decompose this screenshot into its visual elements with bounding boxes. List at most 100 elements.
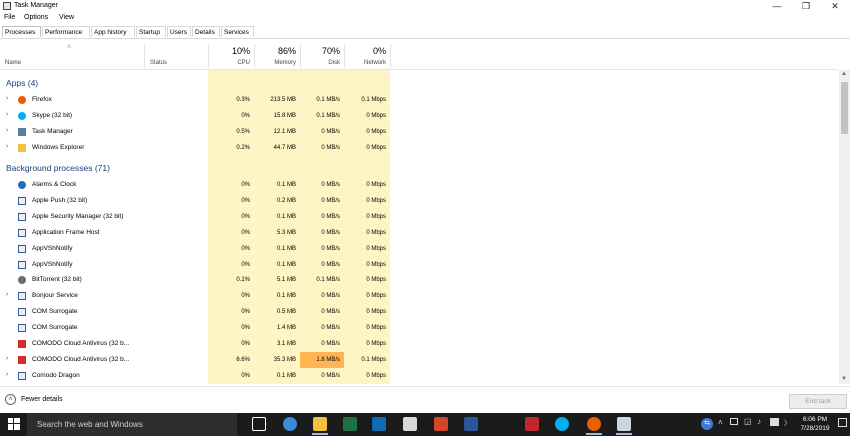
- process-disk: 0 MB/s: [321, 197, 340, 204]
- process-mem: 0.1 MB: [276, 182, 296, 188]
- column-cpu[interactable]: CPU: [208, 60, 250, 66]
- tab-users[interactable]: Users: [167, 26, 191, 37]
- process-row[interactable]: Apple Security Manager (32 bit) 0% 0.1 MB 0…: [0, 209, 838, 225]
- chevron-right-icon[interactable]: ›: [6, 127, 8, 134]
- chevron-right-icon[interactable]: ›: [6, 291, 8, 298]
- skype-icon[interactable]: [555, 417, 569, 431]
- process-row[interactable]: › Task Manager 0.5% 12.1 MB 0 MB/s 0 Mbps: [0, 124, 838, 140]
- folder-icon: [18, 144, 26, 152]
- process-row[interactable]: › Comodo Dragon 0% 0.1 MB 0 MB/s 0 Mbps: [0, 368, 838, 384]
- process-row[interactable]: Apple Push (32 bit) 0% 0.2 MB 0 MB/s 0 Mbps: [0, 193, 838, 209]
- process-cpu: 0%: [241, 213, 250, 220]
- outlook-icon[interactable]: [372, 417, 386, 431]
- process-row[interactable]: AppVShNotify 0% 0.1 MB 0 MB/s 0 Mbps: [0, 257, 838, 273]
- end-task-button[interactable]: End task: [789, 394, 847, 409]
- taskbar-clock[interactable]: 6:06 PM 7/28/2019: [795, 415, 835, 433]
- process-net: 0 Mbps: [366, 261, 386, 268]
- chevron-right-icon[interactable]: ›: [6, 95, 8, 102]
- acrobat-icon[interactable]: [525, 417, 539, 431]
- restore-button[interactable]: ❐: [793, 0, 819, 12]
- process-net: 0 Mbps: [366, 245, 386, 252]
- windows-start-icon[interactable]: [8, 418, 20, 430]
- powerpoint-icon[interactable]: [434, 417, 448, 431]
- process-row[interactable]: › COMODO Cloud Antivirus (32 b... 6.6% 35.3…: [0, 351, 838, 368]
- taskbar-search-input[interactable]: Search the web and Windows: [27, 413, 237, 436]
- process-row[interactable]: COM Surrogate 0% 1.4 MB 0 MB/s 0 Mbps: [0, 320, 838, 336]
- task-manager-icon[interactable]: [617, 417, 631, 431]
- process-mem: 213.5 MB: [270, 97, 296, 103]
- column-name[interactable]: Name: [5, 60, 21, 66]
- running-indicator: [586, 433, 602, 435]
- process-net: 0 Mbps: [366, 309, 386, 316]
- clock-date: 7/28/2019: [800, 425, 830, 432]
- column-network[interactable]: Network: [344, 60, 386, 66]
- chevron-right-icon[interactable]: ›: [6, 371, 8, 378]
- menu-options[interactable]: Options: [24, 14, 48, 21]
- tab-app-history[interactable]: App history: [91, 26, 135, 37]
- excel-icon[interactable]: [343, 417, 357, 431]
- calculator-icon[interactable]: [403, 417, 417, 431]
- chevron-right-icon[interactable]: ›: [6, 355, 8, 362]
- network-icon[interactable]: ◲: [744, 417, 752, 426]
- process-row[interactable]: AppVShNotify 0% 0.1 MB 0 MB/s 0 Mbps: [0, 241, 838, 257]
- process-row[interactable]: › Bonjour Service 0% 0.1 MB 0 MB/s 0 Mbps: [0, 288, 838, 304]
- sort-arrow-icon: ˄: [67, 44, 72, 51]
- tab-performance[interactable]: Performance: [42, 26, 90, 37]
- process-name: COMODO Cloud Antivirus (32 b...: [32, 340, 130, 347]
- process-name: Windows Explorer: [32, 144, 85, 151]
- edge-icon[interactable]: [283, 417, 297, 431]
- fewer-details-link[interactable]: Fewer details: [21, 396, 63, 403]
- process-name: Task Manager: [32, 128, 73, 135]
- process-net: 0.1 Mbps: [361, 97, 386, 103]
- close-button[interactable]: ✕: [822, 0, 848, 12]
- process-row[interactable]: COM Surrogate 0% 0.5 MB 0 MB/s 0 Mbps: [0, 304, 838, 320]
- menu-view[interactable]: View: [59, 14, 74, 21]
- process-row[interactable]: Alarms & Clock 0% 0.1 MB 0 MB/s 0 Mbps: [0, 177, 838, 193]
- column-memory[interactable]: Memory: [254, 60, 296, 66]
- process-net: 0 Mbps: [366, 341, 386, 347]
- process-net: 0 Mbps: [366, 113, 386, 119]
- process-disk: 0 MB/s: [321, 129, 340, 135]
- process-row[interactable]: Application Frame Host 0% 5.3 MB 0 MB/s 0 Mb…: [0, 225, 838, 241]
- word-icon[interactable]: [464, 417, 478, 431]
- minimize-button[interactable]: —: [764, 0, 790, 12]
- column-disk[interactable]: Disk: [300, 60, 340, 66]
- process-name: COMODO Cloud Antivirus (32 b...: [32, 355, 130, 363]
- process-row[interactable]: › Skype (32 bit) 0% 15.8 MB 0.1 MB/s 0 Mbps: [0, 108, 838, 124]
- process-row[interactable]: BitTorrent (32 bit) 0.1% 5.1 MB 0.1 MB/s 0 M…: [0, 272, 838, 288]
- process-cpu: 0%: [241, 261, 250, 268]
- process-cpu: 0%: [241, 197, 250, 204]
- task-view-icon[interactable]: [252, 417, 266, 431]
- process-cpu: 0%: [241, 245, 250, 252]
- keyboard-icon[interactable]: [770, 418, 779, 426]
- notification-icon[interactable]: [838, 418, 847, 427]
- process-row[interactable]: COMODO Cloud Antivirus (32 b... 0% 3.1 MB 0…: [0, 336, 838, 352]
- menu-file[interactable]: File: [4, 14, 15, 21]
- chevron-right-icon[interactable]: ›: [6, 143, 8, 150]
- process-row[interactable]: › Windows Explorer 0.2% 44.7 MB 0 MB/s 0 Mbps: [0, 140, 838, 156]
- app-window-icon: [18, 371, 26, 380]
- language-icon[interactable]: 〉: [784, 418, 791, 428]
- scroll-thumb[interactable]: [841, 82, 848, 134]
- chevron-right-icon[interactable]: ›: [6, 111, 8, 118]
- process-mem: 3.1 MB: [276, 341, 296, 347]
- scroll-down-icon[interactable]: ▼: [841, 376, 847, 382]
- process-cpu: 0%: [241, 229, 250, 236]
- process-name: AppVShNotify: [32, 260, 73, 268]
- volume-icon[interactable]: ♪: [757, 417, 761, 426]
- tray-expand-icon[interactable]: ˄: [718, 418, 723, 427]
- chevron-up-icon[interactable]: ˄: [5, 394, 16, 405]
- scroll-up-icon[interactable]: ▲: [841, 71, 847, 77]
- teamviewer-icon[interactable]: ⇆: [701, 418, 713, 430]
- tab-services[interactable]: Services: [221, 26, 254, 37]
- tab-processes[interactable]: Processes: [2, 26, 41, 37]
- battery-icon[interactable]: [730, 418, 738, 425]
- tab-startup[interactable]: Startup: [136, 26, 166, 37]
- firefox-icon[interactable]: [587, 417, 601, 431]
- process-row[interactable]: › Firefox 0.3% 213.5 MB 0.1 MB/s 0.1 Mbps: [0, 92, 838, 108]
- process-name: Skype (32 bit): [32, 112, 73, 119]
- tab-details[interactable]: Details: [192, 26, 220, 37]
- file-explorer-icon[interactable]: [313, 417, 327, 431]
- column-status[interactable]: Status: [150, 60, 167, 66]
- process-mem: 1.4 MB: [276, 325, 296, 332]
